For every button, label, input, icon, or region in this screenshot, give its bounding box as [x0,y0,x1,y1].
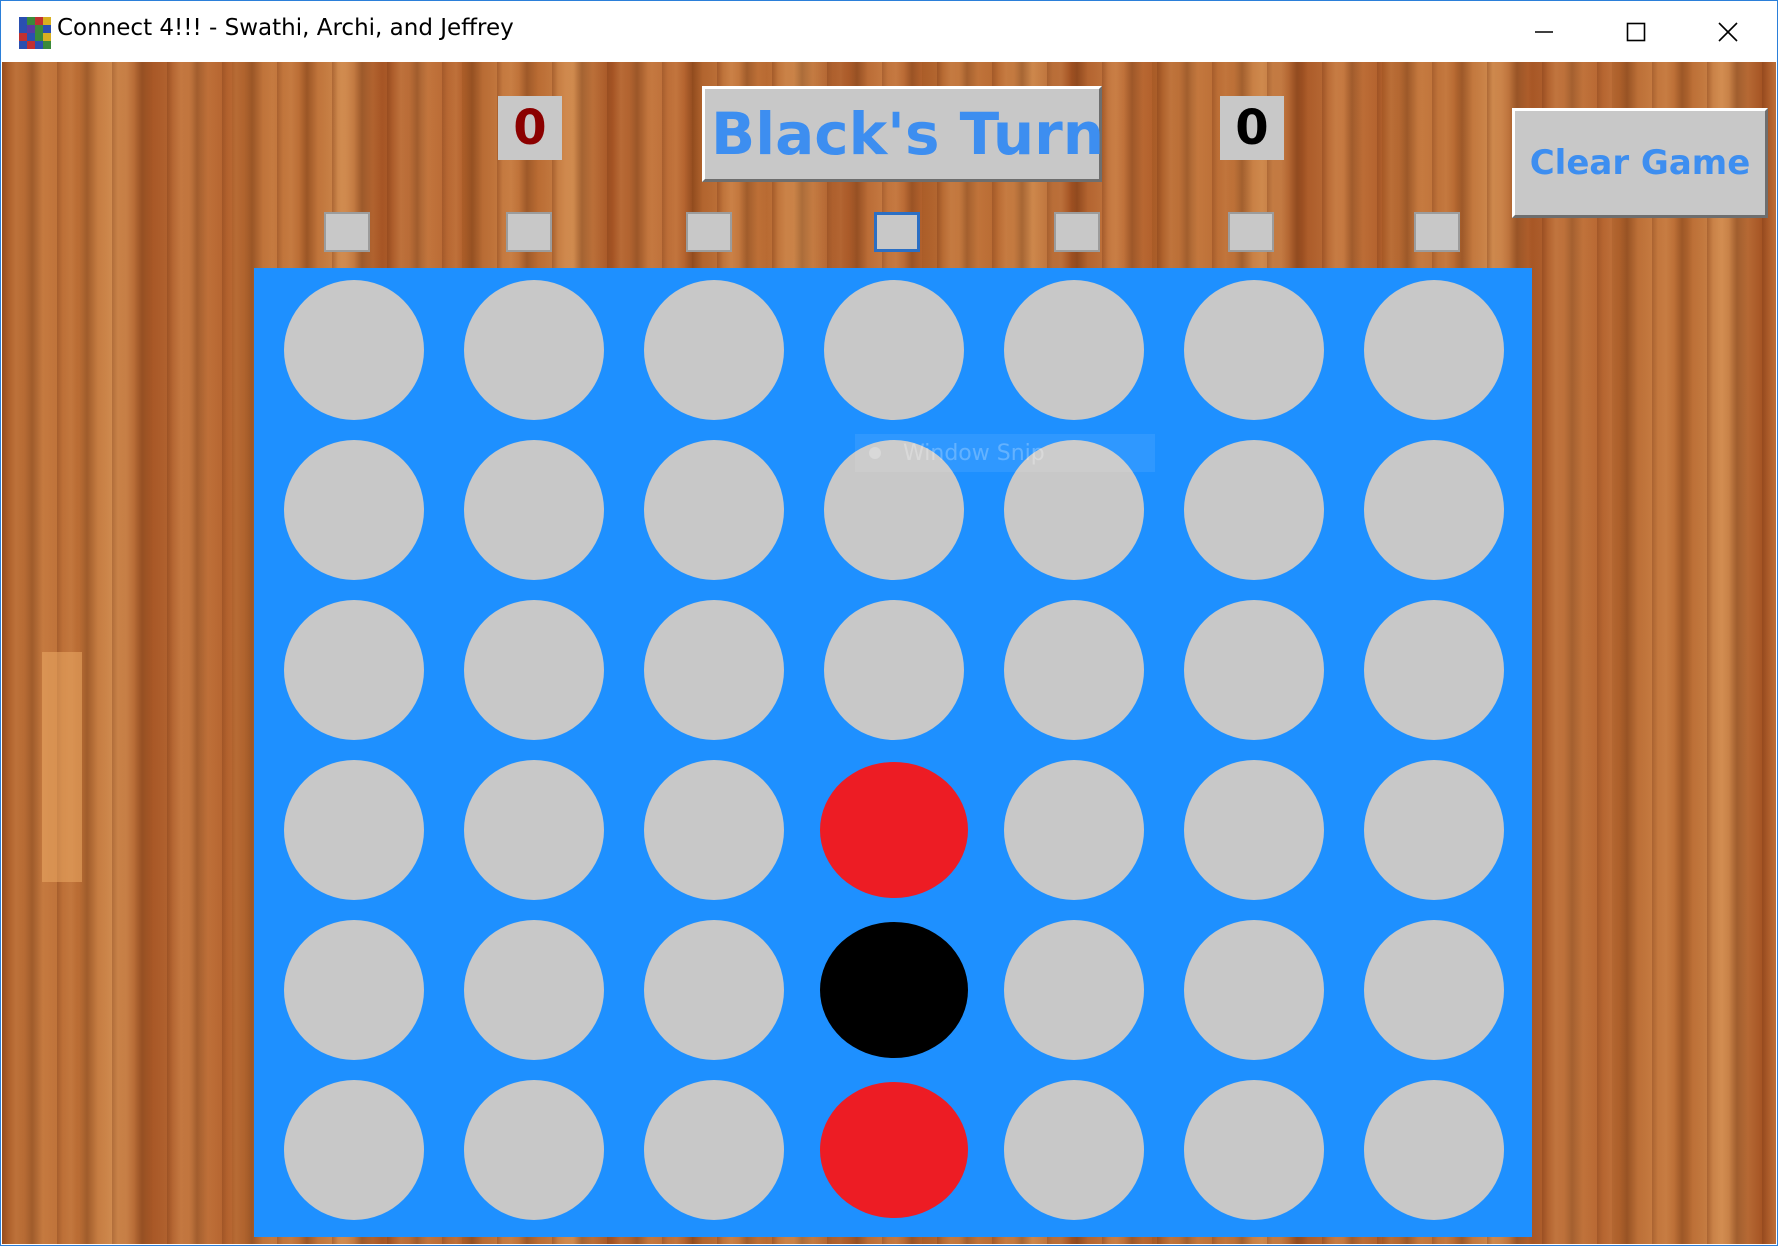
empty-slot [464,920,604,1060]
maximize-icon [1626,22,1646,41]
empty-slot [284,280,424,420]
empty-slot [644,1080,784,1220]
minimize-icon [1535,30,1553,33]
black-score: 0 [1220,96,1284,160]
empty-slot [464,760,604,900]
empty-slot [1004,280,1144,420]
empty-slot [1364,600,1504,740]
empty-slot [1364,1080,1504,1220]
drop-column-5-button[interactable] [1054,212,1100,252]
empty-slot [1184,440,1324,580]
empty-slot [464,600,604,740]
maximize-button[interactable] [1591,1,1681,62]
empty-slot [464,280,604,420]
empty-slot [284,920,424,1060]
empty-slot [1364,760,1504,900]
record-dot-icon [869,447,881,459]
turn-indicator: Black's Turn [702,86,1104,182]
drop-column-7-button[interactable] [1414,212,1460,252]
empty-slot [644,440,784,580]
red-score: 0 [498,96,562,160]
drop-column-6-button[interactable] [1228,212,1274,252]
drop-column-3-button[interactable] [686,212,732,252]
empty-slot [284,600,424,740]
empty-slot [824,280,964,420]
close-button[interactable] [1683,1,1773,62]
empty-slot [644,600,784,740]
empty-slot [1364,440,1504,580]
window-snip-overlay: Window Snip [855,434,1155,472]
drop-column-4-button[interactable] [874,212,920,252]
empty-slot [1184,600,1324,740]
empty-slot [644,760,784,900]
empty-slot [1004,1080,1144,1220]
minimize-button[interactable] [1499,1,1589,62]
game-board [254,268,1532,1237]
empty-slot [464,1080,604,1220]
empty-slot [1004,920,1144,1060]
empty-slot [824,600,964,740]
empty-slot [1004,600,1144,740]
empty-slot [284,760,424,900]
empty-slot [1184,280,1324,420]
red-piece [820,762,968,898]
red-piece [820,1082,968,1218]
window-title: Connect 4!!! - Swathi, Archi, and Jeffre… [57,15,514,41]
close-icon [1718,21,1738,42]
empty-slot [1184,760,1324,900]
empty-slot [464,440,604,580]
empty-slot [644,280,784,420]
wood-background [42,652,82,882]
app-icon [19,17,51,49]
empty-slot [1184,920,1324,1060]
window-snip-label: Window Snip [903,440,1045,466]
clear-game-button[interactable]: Clear Game [1512,108,1768,218]
drop-column-2-button[interactable] [506,212,552,252]
drop-column-1-button[interactable] [324,212,370,252]
empty-slot [1364,920,1504,1060]
title-bar[interactable]: Connect 4!!! - Swathi, Archi, and Jeffre… [1,1,1777,62]
empty-slot [1364,280,1504,420]
empty-slot [1004,760,1144,900]
empty-slot [1184,1080,1324,1220]
empty-slot [284,1080,424,1220]
empty-slot [284,440,424,580]
empty-slot [644,920,784,1060]
black-piece [820,922,968,1058]
